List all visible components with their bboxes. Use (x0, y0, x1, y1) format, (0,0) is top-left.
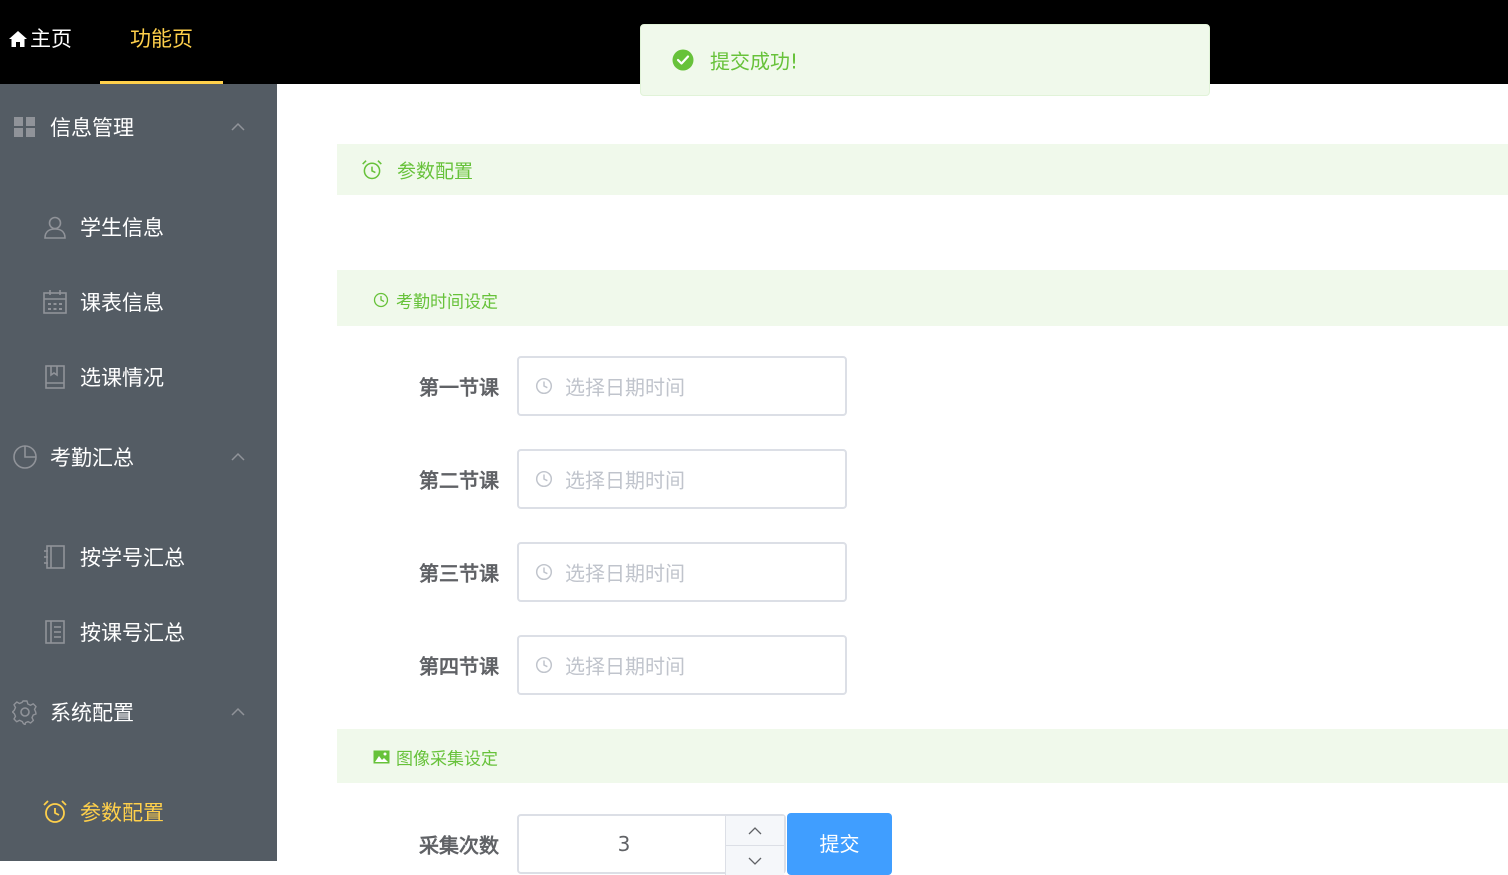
submit-button[interactable]: 提交 (787, 813, 892, 875)
nav-home[interactable]: 主页 (8, 0, 72, 84)
capture-count-value[interactable]: 3 (519, 832, 729, 856)
form-row-period-2: 第二节课 选择日期时间 (337, 449, 937, 509)
capture-count-stepper[interactable]: 3 (517, 814, 786, 875)
sidebar-group-info-management[interactable]: 信息管理 (0, 84, 277, 170)
form-label: 第四节课 (419, 654, 499, 679)
sidebar-item-parameter-config[interactable]: 参数配置 (0, 774, 277, 849)
sidebar-item-student-info[interactable]: 学生信息 (0, 189, 277, 264)
clock-icon (535, 377, 553, 395)
toast-message: 提交成功! (710, 49, 799, 74)
nav-home-label: 主页 (30, 27, 72, 51)
nav-function-label: 功能页 (130, 27, 193, 51)
sidebar-group-system-config[interactable]: 系统配置 (0, 669, 277, 755)
chevron-up-icon (231, 452, 245, 461)
attendance-section-header: 考勤时间设定 (337, 270, 1508, 326)
datetime-picker-period-1[interactable]: 选择日期时间 (517, 356, 847, 416)
form-row-period-3: 第三节课 选择日期时间 (337, 542, 937, 602)
datetime-picker-period-4[interactable]: 选择日期时间 (517, 635, 847, 695)
pie-chart-icon (13, 445, 37, 469)
nav-function-page[interactable]: 功能页 (100, 0, 223, 84)
datetime-placeholder: 选择日期时间 (565, 654, 685, 679)
grid-icon (14, 117, 35, 137)
datetime-placeholder: 选择日期时间 (565, 468, 685, 493)
sidebar-item-schedule-info[interactable]: 课表信息 (0, 264, 277, 339)
datetime-picker-period-3[interactable]: 选择日期时间 (517, 542, 847, 602)
success-toast: 提交成功! (640, 24, 1210, 96)
alarm-clock-icon (43, 799, 67, 823)
notebook-icon (44, 544, 65, 569)
page-header: 参数配置 (337, 144, 1508, 195)
sidebar-item-label: 按学号汇总 (80, 545, 185, 570)
sidebar-group-label: 系统配置 (50, 701, 134, 725)
attendance-section-title: 考勤时间设定 (396, 292, 498, 313)
form-label: 第一节课 (419, 375, 499, 400)
sidebar-group-label: 信息管理 (50, 116, 134, 140)
chevron-up-icon (231, 707, 245, 716)
chevron-up-icon (748, 826, 762, 834)
sidebar-item-summary-by-student[interactable]: 按学号汇总 (0, 519, 277, 594)
clock-icon (535, 563, 553, 581)
clock-icon (535, 656, 553, 674)
sidebar-item-label: 参数配置 (80, 800, 164, 825)
notebook-icon (45, 364, 65, 389)
form-label: 采集次数 (419, 833, 499, 858)
page-title: 参数配置 (397, 160, 474, 182)
sidebar-item-label: 选课情况 (80, 365, 164, 390)
form-row-period-1: 第一节课 选择日期时间 (337, 356, 937, 416)
sidebar-group-label: 考勤汇总 (50, 446, 134, 470)
success-check-icon (672, 49, 694, 71)
picture-icon (373, 750, 390, 764)
sidebar-item-label: 课表信息 (80, 290, 164, 315)
gear-icon (12, 700, 37, 725)
form-label: 第二节课 (419, 468, 499, 493)
chevron-up-icon (231, 122, 245, 131)
sidebar: 信息管理 学生信息 课表信息 选课情况 考勤汇总 按学号汇总 按课号汇总 系统配… (0, 84, 277, 861)
datetime-placeholder: 选择日期时间 (565, 375, 685, 400)
sidebar-group-attendance-summary[interactable]: 考勤汇总 (0, 414, 277, 500)
alarm-clock-icon (362, 159, 382, 179)
sidebar-item-course-selection[interactable]: 选课情况 (0, 339, 277, 414)
image-section-title: 图像采集设定 (396, 749, 498, 770)
tickets-icon (45, 619, 65, 644)
datetime-placeholder: 选择日期时间 (565, 561, 685, 586)
datetime-picker-period-2[interactable]: 选择日期时间 (517, 449, 847, 509)
sidebar-item-summary-by-course[interactable]: 按课号汇总 (0, 594, 277, 669)
clock-icon (535, 470, 553, 488)
increase-button[interactable] (725, 816, 784, 846)
calendar-icon (43, 289, 67, 314)
sidebar-item-label: 学生信息 (80, 215, 164, 240)
form-row-period-4: 第四节课 选择日期时间 (337, 635, 937, 695)
sidebar-item-label: 按课号汇总 (80, 620, 185, 645)
form-label: 第三节课 (419, 561, 499, 586)
clock-icon (373, 292, 389, 308)
user-icon (44, 216, 66, 239)
image-section-header: 图像采集设定 (337, 729, 1508, 783)
home-icon (9, 31, 27, 47)
